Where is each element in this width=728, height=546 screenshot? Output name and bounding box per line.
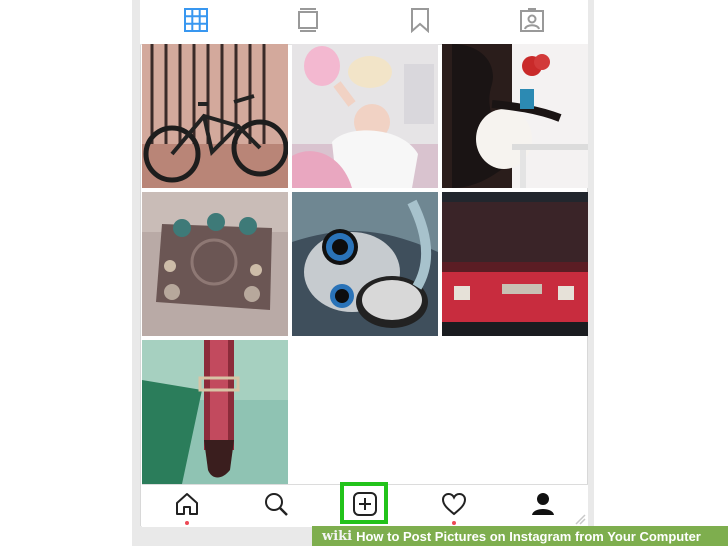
post-thumbnail-baby[interactable] (292, 44, 438, 188)
post-thumbnail-guitar-pedal[interactable] (142, 192, 288, 336)
notification-dot (452, 521, 457, 525)
tab-feed[interactable] (252, 0, 364, 44)
profile-tabs (140, 0, 588, 45)
profile-icon (530, 491, 556, 522)
tab-grid[interactable] (140, 0, 252, 44)
tab-tagged[interactable] (476, 0, 588, 44)
grid-icon (183, 7, 209, 38)
tab-saved[interactable] (364, 0, 476, 44)
tagged-icon (519, 7, 545, 38)
bookmark-icon (410, 7, 430, 38)
activity-heart-icon (441, 491, 467, 522)
nav-home[interactable] (167, 486, 207, 526)
new-post-highlight-box (340, 482, 388, 524)
photo-grid (142, 44, 588, 484)
nav-activity[interactable] (434, 486, 474, 526)
home-icon (174, 491, 200, 522)
post-thumbnail-bicycle[interactable] (142, 44, 288, 188)
post-thumbnail-red-case[interactable] (442, 192, 588, 336)
post-thumbnail-guitar-strap[interactable] (142, 340, 288, 484)
post-thumbnail-pregnancy[interactable] (442, 44, 588, 188)
nav-profile[interactable] (523, 486, 563, 526)
notification-dot (184, 521, 189, 525)
feed-icon (297, 7, 319, 38)
post-thumbnail-plush-toy[interactable] (292, 192, 438, 336)
wikihow-logo: wiki (322, 528, 353, 544)
nav-search[interactable] (256, 486, 296, 526)
article-title[interactable]: How to Post Pictures on Instagram from Y… (356, 529, 701, 544)
resize-grip-icon (574, 512, 586, 525)
wikihow-banner: wiki How to Post Pictures on Instagram f… (312, 526, 728, 546)
search-icon (263, 491, 289, 522)
